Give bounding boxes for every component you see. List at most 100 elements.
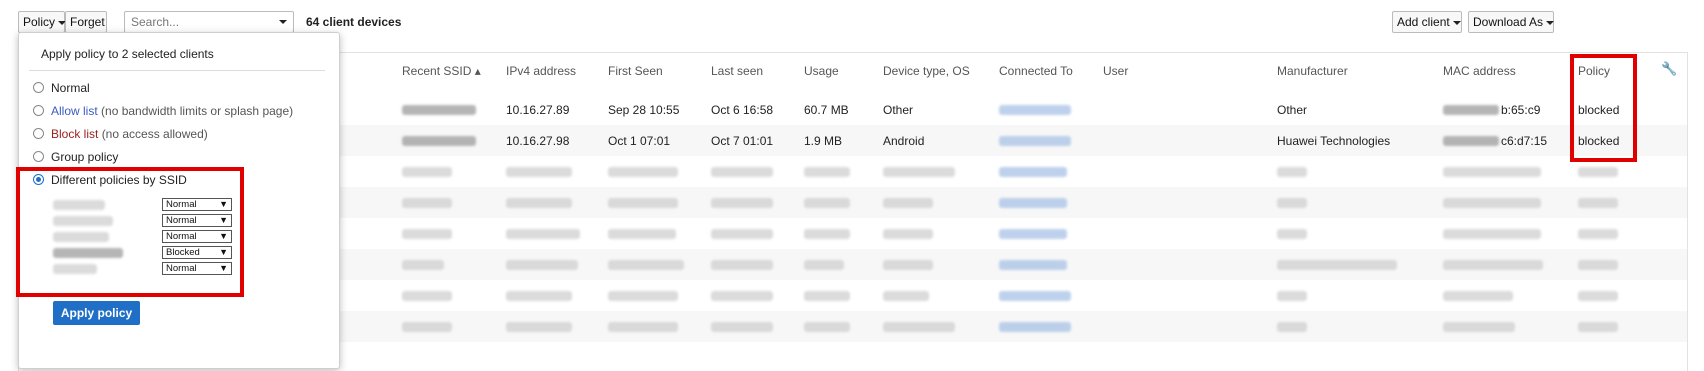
device-os-cell: Android xyxy=(883,134,925,148)
last-seen-cell: Oct 6 16:58 xyxy=(711,103,774,117)
forget-button[interactable]: Forget xyxy=(65,11,107,33)
radio-icon[interactable] xyxy=(33,151,44,162)
ssid-policy-select[interactable]: Normal ▼ xyxy=(162,214,232,227)
redacted-cell xyxy=(711,229,773,239)
add-client-button[interactable]: Add client xyxy=(1392,11,1462,33)
ssid-policy-row: Blocked ▼ xyxy=(53,246,232,260)
redacted-cell xyxy=(883,260,933,270)
col-mac[interactable]: MAC address xyxy=(1443,64,1516,78)
radio-allow-list[interactable]: Allow list (no bandwidth limits or splas… xyxy=(33,104,293,118)
ssid-policy-select[interactable]: Normal ▼ xyxy=(162,230,232,243)
chevron-down-icon: ▼ xyxy=(219,215,228,225)
redacted-cell xyxy=(1578,167,1618,177)
mac-redacted xyxy=(1443,136,1499,146)
radio-normal[interactable]: Normal xyxy=(33,81,90,95)
ssid-policy-select[interactable]: Blocked ▼ xyxy=(162,246,232,259)
redacted-cell xyxy=(1277,322,1307,332)
radio-icon[interactable] xyxy=(33,105,44,116)
ssid-policy-select[interactable]: Normal ▼ xyxy=(162,262,232,275)
caret-down-icon[interactable] xyxy=(279,20,287,24)
wrench-icon[interactable]: 🔧 xyxy=(1661,61,1677,77)
popup-title: Apply policy to 2 selected clients xyxy=(41,47,214,61)
manufacturer-cell: Huawei Technologies xyxy=(1277,134,1391,148)
redacted-cell xyxy=(804,198,850,208)
download-as-button[interactable]: Download As xyxy=(1468,11,1555,33)
client-count: 64 client devices xyxy=(306,15,402,29)
redacted-cell xyxy=(804,167,850,177)
redacted-cell xyxy=(804,229,850,239)
chevron-down-icon: ▼ xyxy=(219,263,228,273)
redacted-cell xyxy=(506,260,578,270)
col-recent-ssid[interactable]: Recent SSID ▴ xyxy=(402,64,481,78)
redacted-cell xyxy=(1443,322,1515,332)
redacted-cell xyxy=(608,229,676,239)
redacted-cell xyxy=(711,322,773,332)
redacted-cell xyxy=(711,291,773,301)
redacted-cell xyxy=(608,260,684,270)
radio-policies-by-ssid[interactable]: Different policies by SSID xyxy=(33,173,187,187)
redacted-link[interactable] xyxy=(999,260,1067,270)
redacted-cell xyxy=(883,229,933,239)
redacted-cell xyxy=(402,229,452,239)
chevron-down-icon: ▼ xyxy=(219,199,228,209)
redacted-cell xyxy=(883,167,955,177)
col-connected-to[interactable]: Connected To xyxy=(999,64,1073,78)
redacted-cell xyxy=(1578,322,1618,332)
redacted-cell xyxy=(1277,291,1307,301)
policy-dropdown-button[interactable]: Policy xyxy=(18,11,67,33)
redacted-cell xyxy=(883,291,929,301)
radio-selected-icon[interactable] xyxy=(33,174,44,185)
connected-to-link[interactable] xyxy=(999,136,1071,146)
col-first-seen[interactable]: First Seen xyxy=(608,64,663,78)
redacted-cell xyxy=(506,291,572,301)
select-value: Blocked xyxy=(166,247,200,258)
redacted-cell xyxy=(1443,167,1541,177)
last-seen-cell: Oct 7 01:01 xyxy=(711,134,774,148)
radio-icon[interactable] xyxy=(33,128,44,139)
col-user[interactable]: User xyxy=(1103,64,1128,78)
redacted-cell xyxy=(883,198,933,208)
redacted-cell xyxy=(1578,291,1618,301)
redacted-cell xyxy=(711,260,773,270)
redacted-cell xyxy=(402,260,444,270)
caret-down-icon xyxy=(1546,20,1555,25)
select-value: Normal xyxy=(166,263,197,274)
redacted-link[interactable] xyxy=(999,198,1067,208)
radio-group-policy[interactable]: Group policy xyxy=(33,150,118,164)
mac-redacted xyxy=(1443,105,1499,115)
redacted-link[interactable] xyxy=(999,322,1071,332)
redacted-cell xyxy=(1277,260,1397,270)
search-input[interactable]: Search... xyxy=(124,11,294,33)
radio-icon[interactable] xyxy=(33,82,44,93)
redacted-cell xyxy=(402,322,452,332)
usage-cell: 60.7 MB xyxy=(804,103,849,117)
col-ipv4[interactable]: IPv4 address xyxy=(506,64,576,78)
ipv4-cell: 10.16.27.98 xyxy=(506,134,570,148)
apply-policy-button[interactable]: Apply policy xyxy=(53,301,140,325)
mac-suffix-cell: b:65:c9 xyxy=(1501,103,1541,117)
col-last-seen[interactable]: Last seen xyxy=(711,64,763,78)
col-device-os[interactable]: Device type, OS xyxy=(883,64,970,78)
device-os-cell: Other xyxy=(883,103,914,117)
redacted-cell xyxy=(608,198,678,208)
radio-block-list[interactable]: Block list (no access allowed) xyxy=(33,127,208,141)
redacted-cell xyxy=(804,291,850,301)
radio-note: (no bandwidth limits or splash page) xyxy=(101,104,294,118)
redacted-cell xyxy=(711,198,773,208)
col-usage[interactable]: Usage xyxy=(804,64,839,78)
col-manufacturer[interactable]: Manufacturer xyxy=(1277,64,1348,78)
redacted-cell xyxy=(506,198,572,208)
redacted-cell xyxy=(506,167,572,177)
redacted-link[interactable] xyxy=(999,167,1067,177)
ipv4-cell: 10.16.27.89 xyxy=(506,103,570,117)
radio-note: (no access allowed) xyxy=(101,127,208,141)
ssid-policy-select[interactable]: Normal ▼ xyxy=(162,198,232,211)
redacted-link[interactable] xyxy=(999,291,1071,301)
connected-to-link[interactable] xyxy=(999,105,1071,115)
redacted-cell xyxy=(1443,291,1513,301)
select-value: Normal xyxy=(166,231,197,242)
redacted-cell xyxy=(1443,229,1541,239)
redacted-cell xyxy=(402,167,452,177)
col-policy[interactable]: Policy xyxy=(1578,64,1610,78)
redacted-link[interactable] xyxy=(999,229,1067,239)
